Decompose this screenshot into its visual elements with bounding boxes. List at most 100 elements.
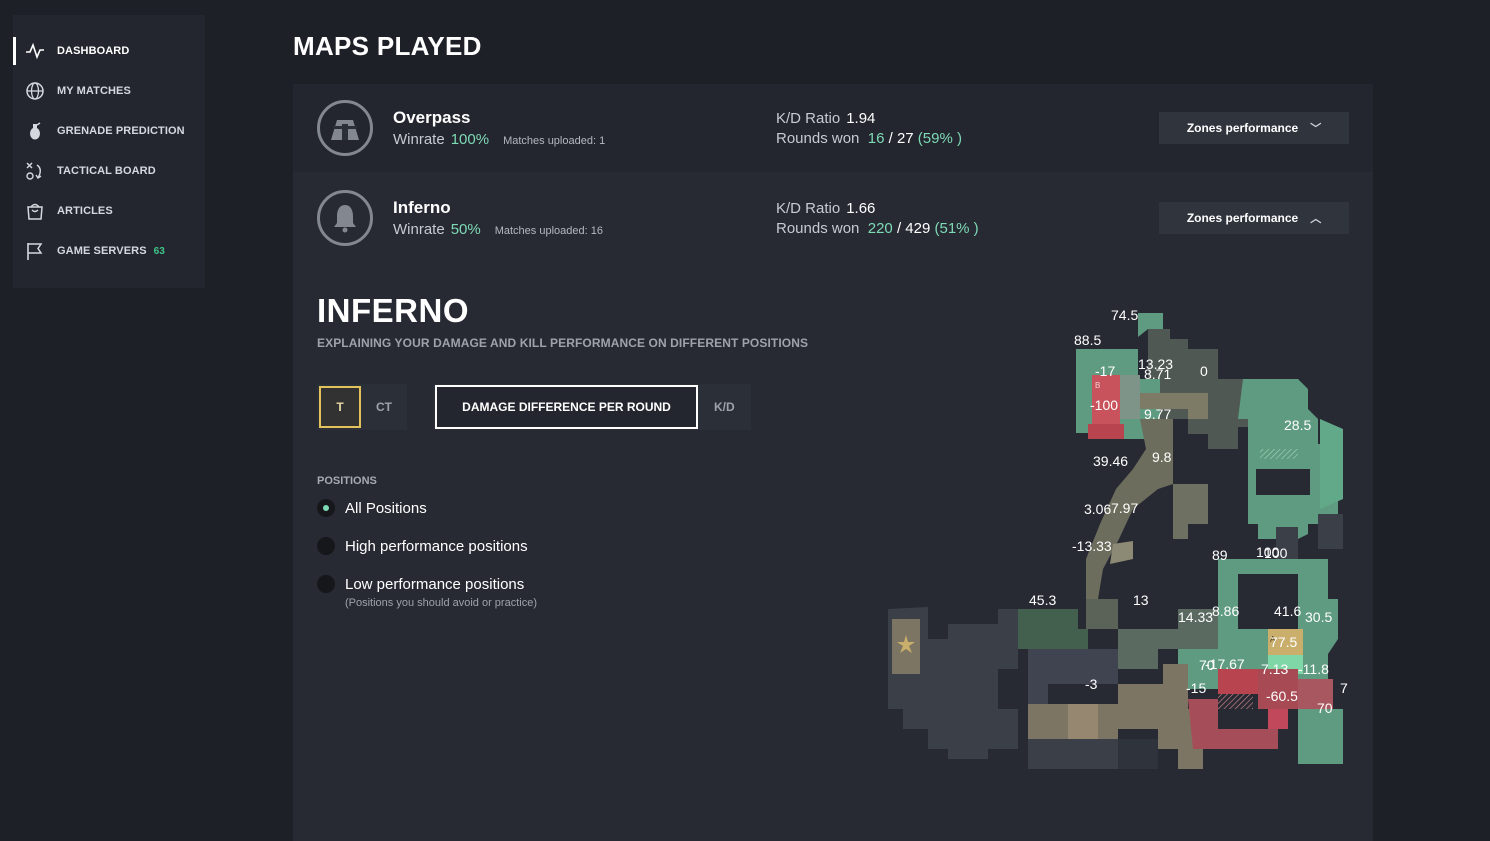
zone-arch	[1173, 484, 1208, 539]
winrate-value: 100%	[450, 131, 490, 148]
page-title: MAPS PLAYED	[293, 31, 482, 61]
zones-button-label: Zones performance	[1186, 211, 1299, 225]
map-name: Inferno	[393, 198, 451, 217]
zone-label: 30.5	[1305, 609, 1332, 625]
zones-performance-button[interactable]: Zones performance ﹀	[1159, 112, 1349, 144]
side-option-ct[interactable]: CT	[361, 384, 407, 430]
sidebar-item-game-servers[interactable]: GAME SERVERS 63	[13, 231, 205, 271]
maps-panel: Overpass Winrate 100% Matches uploaded: 1 …	[293, 84, 1373, 841]
zone-pit	[1218, 669, 1258, 694]
zone-t-ramp	[1068, 704, 1098, 739]
zone-label: 8.71	[1144, 366, 1171, 382]
radio-button[interactable]	[317, 499, 335, 517]
zone-car	[1110, 541, 1133, 564]
zone-t-lower-2	[1118, 739, 1158, 769]
radio-label: Low performance positions	[345, 575, 525, 593]
sidebar: DASHBOARD MY MATCHES GRENADE PREDICTION …	[13, 15, 205, 288]
zones-performance-button[interactable]: Zones performance ︿	[1159, 202, 1349, 234]
zone-label: -11.8	[1298, 661, 1329, 677]
radio-all-positions[interactable]: All Positions	[317, 499, 427, 517]
zones-button-label: Zones performance	[1186, 121, 1299, 135]
zone-label: 41.6	[1274, 603, 1301, 619]
zone-pit-hatched	[1218, 694, 1253, 709]
zone-label: 7.13	[1261, 661, 1288, 677]
positions-label: POSITIONS	[317, 475, 377, 487]
metric-option-kd[interactable]: K/D	[698, 384, 751, 430]
radio-button[interactable]	[317, 575, 335, 593]
zone-label: 14.33	[1178, 609, 1213, 625]
radio-high-performance[interactable]: High performance positions	[317, 537, 528, 555]
sidebar-item-my-matches[interactable]: MY MATCHES	[13, 71, 205, 111]
zone-long-hall-2	[1218, 729, 1278, 749]
sidebar-item-articles[interactable]: ARTICLES	[13, 191, 205, 231]
sidebar-item-label: DASHBOARD	[57, 45, 130, 57]
zone-label: 7.97	[1111, 500, 1138, 516]
zone-label: -15	[1186, 680, 1206, 696]
overpass-logo-icon	[317, 100, 373, 156]
zone-label: 0	[1200, 363, 1208, 379]
rounds-label: Rounds won	[776, 130, 860, 147]
kd-value: 1.94	[846, 110, 876, 127]
flag-icon	[25, 241, 45, 261]
zone-ct-gap	[1256, 469, 1310, 495]
zone-label: 74.5	[1111, 309, 1138, 323]
map-kd-stats: K/D Ratio 1.94 Rounds won 16 / 27 (59% )	[776, 109, 962, 149]
zone-quad	[1268, 709, 1288, 729]
radio-button[interactable]	[317, 537, 335, 555]
zone-t-mid	[1028, 649, 1118, 704]
rounds-total: 27	[896, 130, 914, 147]
metric-option-damage-difference[interactable]: DAMAGE DIFFERENCE PER ROUND	[435, 385, 698, 429]
positions-hint: (Positions you should avoid or practice)	[345, 597, 537, 609]
map-name: Overpass	[393, 108, 471, 127]
tactics-icon	[25, 161, 45, 181]
chevron-up-icon: ︿	[1310, 213, 1322, 225]
chevron-down-icon: ﹀	[1310, 123, 1322, 135]
sidebar-item-label: GRENADE PREDICTION	[57, 125, 185, 137]
rounds-separator: /	[888, 130, 893, 147]
radio-low-performance[interactable]: Low performance positions	[317, 575, 524, 593]
zone-label: 9.8	[1152, 449, 1172, 465]
sidebar-item-dashboard[interactable]: DASHBOARD	[13, 31, 205, 71]
zone-ct-corridor	[1318, 514, 1343, 549]
rounds-label: Rounds won	[776, 220, 860, 237]
matches-uploaded: Matches uploaded: 16	[494, 225, 603, 237]
zone-label: -3	[1085, 676, 1098, 692]
side-option-t[interactable]: T	[319, 386, 361, 428]
zone-ct-hatched	[1260, 449, 1298, 459]
zone-label: 3.06	[1084, 501, 1111, 517]
zone-long-hall	[1188, 699, 1218, 749]
map-kd-stats: K/D Ratio 1.66 Rounds won 220 / 429 (51% …	[776, 199, 979, 239]
detail-subtitle: EXPLAINING YOUR DAMAGE AND KILL PERFORMA…	[317, 336, 809, 350]
winrate-label: Winrate	[393, 221, 445, 238]
radio-label: All Positions	[345, 499, 427, 517]
zone-label: -100	[1090, 397, 1118, 413]
bag-icon	[25, 201, 45, 221]
zone-label: 8.86	[1212, 603, 1239, 619]
zone-label: 89	[1212, 547, 1228, 563]
winrate-value: 50%	[450, 221, 481, 238]
sidebar-item-grenade-prediction[interactable]: GRENADE PREDICTION	[13, 111, 205, 151]
sidebar-item-label: TACTICAL BOARD	[57, 165, 156, 177]
detail-title: INFERNO	[317, 292, 469, 329]
zone-ct-corner	[1320, 419, 1343, 509]
zone-label: 70	[1317, 700, 1333, 716]
zone-bottom-banana	[1086, 599, 1118, 629]
inferno-zone-map: B A 74.5 88.5 -17 13.23 8.71 0 -100 9.77…	[888, 309, 1348, 769]
map-winrate: Winrate 50% Matches uploaded: 16	[393, 221, 603, 238]
rounds-won: 220	[867, 220, 893, 237]
zone-label: 45.3	[1029, 592, 1056, 608]
server-count-badge: 63	[153, 245, 165, 257]
map-row-inferno: Inferno Winrate 50% Matches uploaded: 16 K…	[293, 174, 1373, 262]
zone-label: 13	[1133, 592, 1149, 608]
kd-label: K/D Ratio	[776, 200, 841, 217]
zone-b-entrance	[1088, 424, 1124, 439]
side-toggle: T CT	[317, 384, 407, 430]
zone-ct-long	[1298, 709, 1343, 764]
zone-b-site-box	[1120, 375, 1140, 419]
sidebar-item-label: MY MATCHES	[57, 85, 131, 97]
sidebar-item-label: GAME SERVERS	[57, 245, 147, 257]
zone-label: 7	[1340, 680, 1348, 696]
inferno-logo-icon	[317, 190, 373, 246]
sidebar-item-tactical-board[interactable]: TACTICAL BOARD	[13, 151, 205, 191]
zone-t-lower	[1028, 739, 1118, 769]
